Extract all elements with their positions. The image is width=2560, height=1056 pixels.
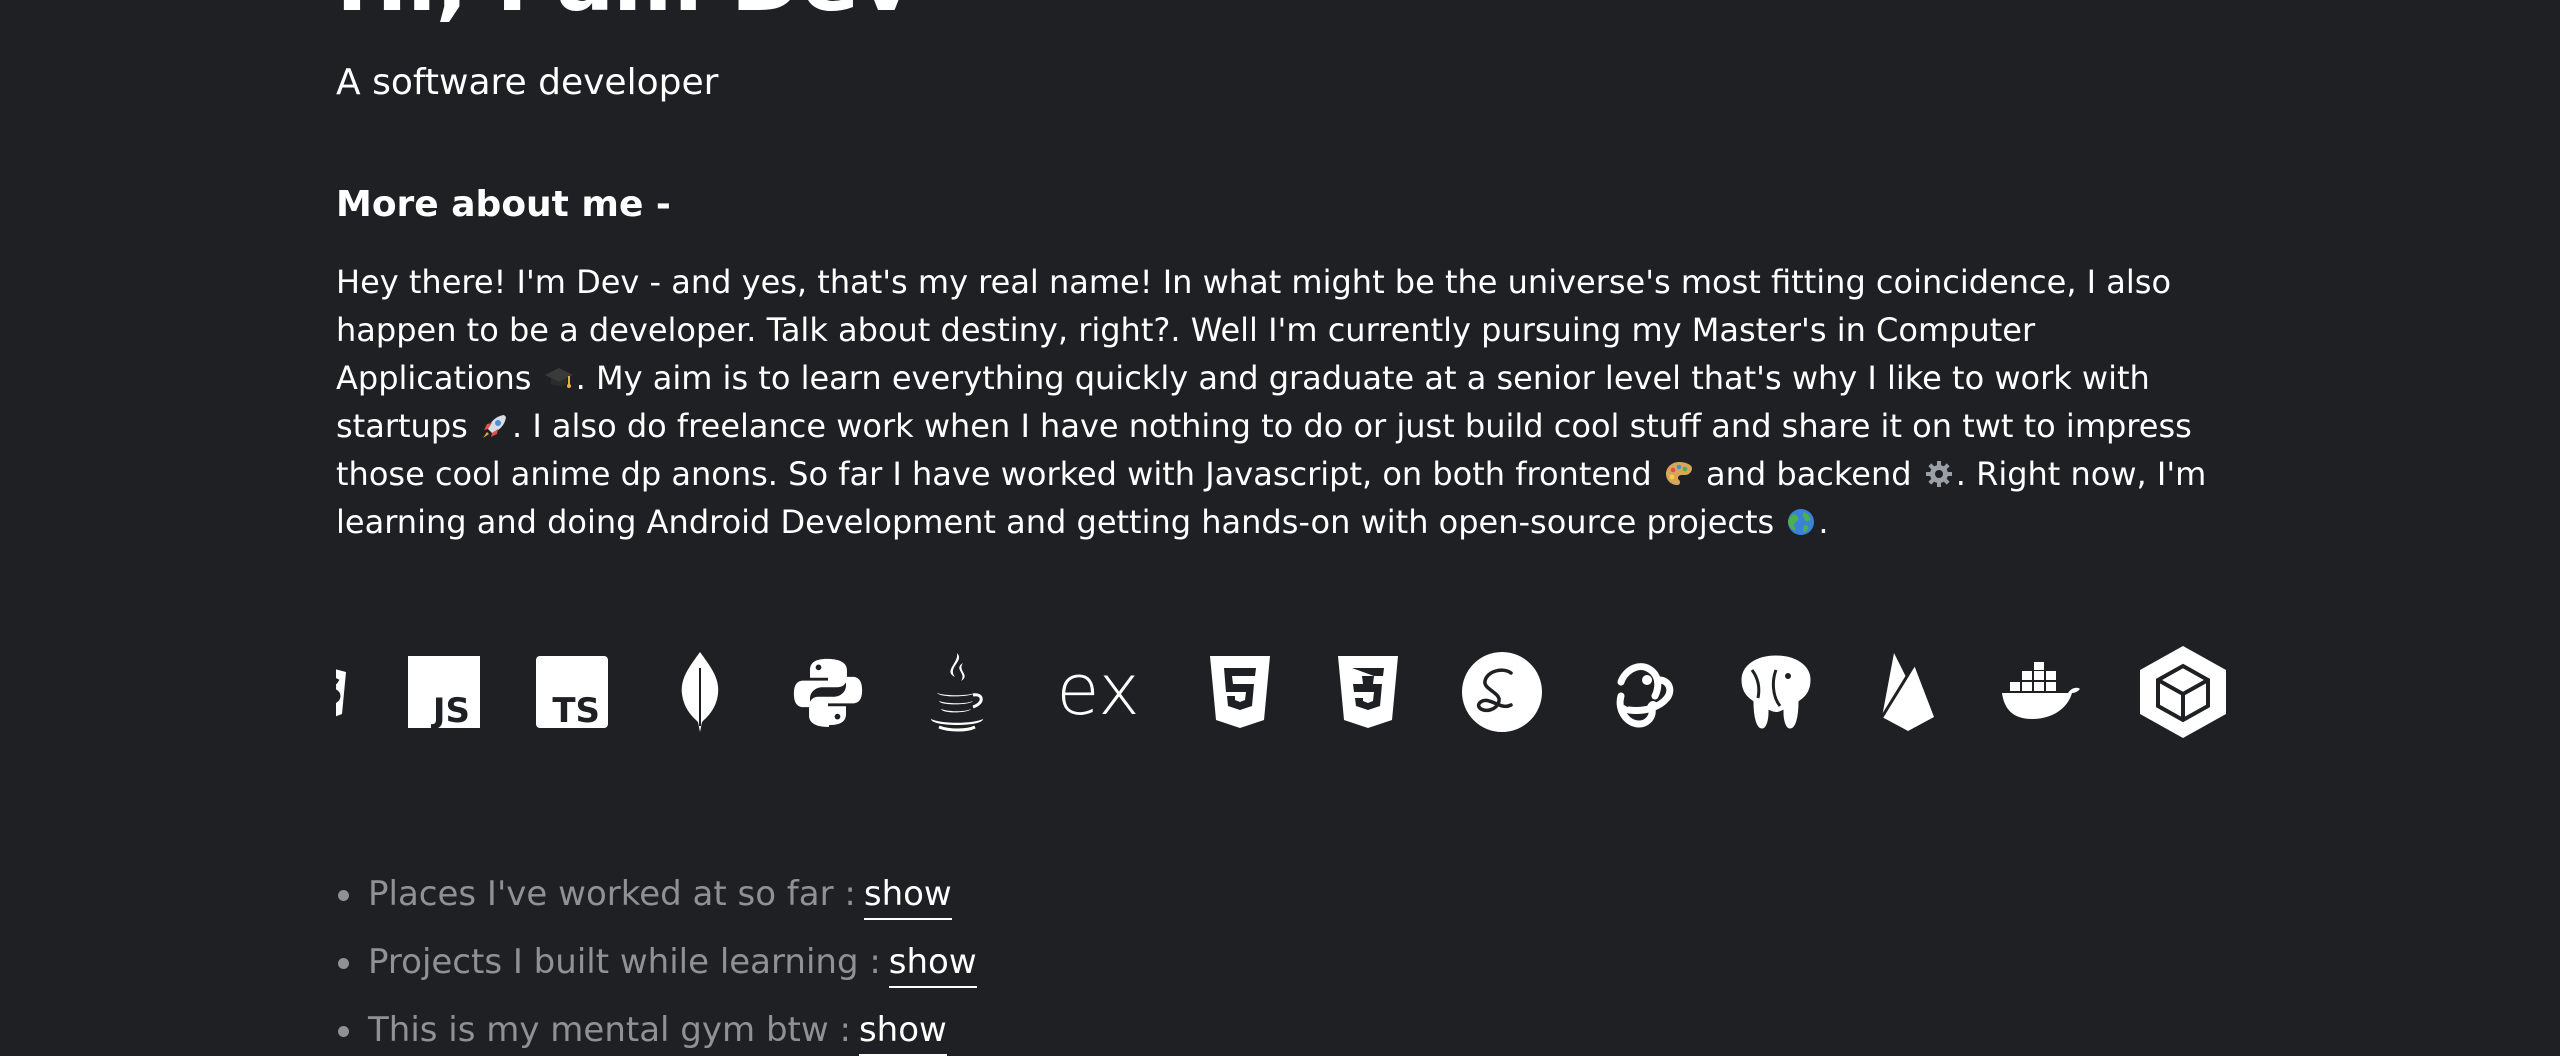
about-text-part: and backend: [1706, 455, 1912, 493]
express-icon-text: ex: [1056, 656, 1139, 728]
javascript-icon-text: JS: [431, 691, 470, 728]
sass-icon-partial: [336, 644, 352, 740]
typescript-icon-text: TS: [552, 691, 600, 728]
list-item-label: This is my mental gym btw :: [368, 1010, 851, 1050]
typescript-icon: TS: [536, 644, 608, 740]
html5-icon: [1204, 644, 1276, 740]
hero-title: Hi, I am Dev: [336, 0, 914, 24]
section-links: Places I've worked at so far : show Proje…: [336, 860, 977, 1056]
postgresql-icon: [1736, 644, 1816, 740]
css3-icon: [1332, 644, 1404, 740]
gear-emoji: [1924, 454, 1954, 487]
sass-icon: [1460, 644, 1544, 740]
list-item-label: Places I've worked at so far :: [368, 874, 856, 914]
java-icon: [920, 644, 992, 740]
show-mental-gym-link[interactable]: show: [858, 1010, 947, 1056]
mongodb-icon: [664, 644, 736, 740]
rocket-emoji: [480, 406, 510, 438]
redux-icon: [1600, 644, 1680, 740]
portfolio-page: Hi, I am Dev A software developer More a…: [0, 0, 2560, 1056]
graduation-cap-emoji: [544, 358, 574, 388]
about-text-part: .: [1818, 503, 1829, 541]
hero-subtitle: A software developer: [336, 62, 719, 103]
list-item: Places I've worked at so far : show: [336, 860, 977, 928]
docker-icon: [2000, 644, 2082, 740]
express-icon: ex: [1048, 644, 1148, 740]
javascript-icon: JS: [408, 644, 480, 740]
list-item-label: Projects I built while learning :: [368, 942, 881, 982]
about-heading: More about me -: [336, 184, 671, 225]
firebase-icon: [1872, 644, 1944, 740]
show-experience-link[interactable]: show: [863, 874, 952, 920]
about-text-part: . I also do freelance work when I have n…: [336, 407, 2192, 493]
about-paragraph: Hey there! I'm Dev - and yes, that's my …: [336, 258, 2236, 546]
show-projects-link[interactable]: show: [888, 942, 977, 988]
tech-stack-carousel: JS TS ex: [336, 638, 2226, 746]
python-icon: [792, 644, 864, 740]
webpack-icon: [2138, 644, 2226, 740]
globe-emoji: [1786, 502, 1816, 535]
list-item: Projects I built while learning : show: [336, 928, 977, 996]
palette-emoji: [1664, 454, 1694, 485]
list-item: This is my mental gym btw : show: [336, 996, 977, 1056]
